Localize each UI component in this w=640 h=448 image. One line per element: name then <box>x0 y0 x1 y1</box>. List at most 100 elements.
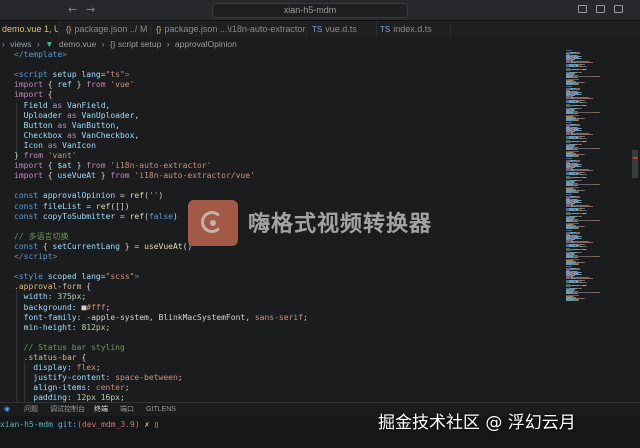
code-token: // 多语言切换 <box>14 231 69 241</box>
code-line[interactable]: import { useVueAt } from 'i18n-auto-extr… <box>14 171 255 181</box>
code-token: from <box>86 161 106 171</box>
minimap-mark <box>571 249 579 250</box>
code-token: setup lang <box>47 70 101 80</box>
chevron-right-icon: › <box>2 39 5 49</box>
code-line[interactable]: justify-content: space-between; <box>14 373 182 383</box>
terminal-git-label: git: <box>57 420 78 429</box>
code-line[interactable]: Field as VanField, <box>14 101 111 111</box>
tab-debug-console[interactable]: 调试控制台 <box>50 403 85 416</box>
code-line[interactable]: <style scoped lang="scss"> <box>14 272 139 282</box>
minimap-mark <box>581 72 582 73</box>
minimap-mark <box>566 257 573 258</box>
code-token: } = <box>119 241 145 251</box>
code-token: as <box>42 140 58 150</box>
minimap-mark <box>581 236 582 237</box>
minimap-mark <box>584 118 585 119</box>
code-token: ; <box>124 383 130 393</box>
code-token: as <box>52 120 67 130</box>
minimap-mark <box>577 113 578 114</box>
forward-arrow-icon[interactable]: → <box>86 3 95 16</box>
code-token: : <box>86 383 96 393</box>
code-line[interactable]: // 多语言切换 <box>14 232 68 242</box>
code-line[interactable]: import { ref } from 'vue' <box>14 80 134 90</box>
breadcrumb-item[interactable]: demo.vue <box>59 39 96 49</box>
code-line[interactable]: width: 375px; <box>14 292 87 302</box>
code-line[interactable]: // Status bar styling <box>14 343 125 353</box>
code-line[interactable]: const copyToSubmitter = ref(false) <box>14 212 178 222</box>
code-token: ([]) <box>110 201 130 211</box>
ts-icon: TS <box>312 25 323 34</box>
minimap-mark <box>571 266 572 267</box>
code-line[interactable]: Checkbox as VanCheckbox, <box>14 131 140 141</box>
code-line[interactable]: const fileList = ref([]) <box>14 202 130 212</box>
toggle-panel-icon[interactable] <box>596 5 605 13</box>
breadcrumb-item[interactable]: approvalOpinion <box>175 39 237 49</box>
minimap-mark <box>574 130 581 131</box>
tab-demo-vue[interactable]: demo.vue 1, U <box>0 21 59 37</box>
code-token: script <box>23 252 53 261</box>
tab-index-d-ts[interactable]: TS index.d.ts <box>374 21 451 37</box>
code-line[interactable]: Button as VanButton, <box>14 121 120 131</box>
minimap-mark <box>579 206 593 207</box>
minimap-mark <box>579 134 593 135</box>
code-line[interactable]: </template> <box>14 50 67 60</box>
code-token: flex <box>76 363 96 373</box>
minimap-mark <box>571 141 579 142</box>
code-line[interactable]: import { <box>14 90 53 100</box>
minimap-mark <box>577 221 578 222</box>
tab-package-json[interactable]: {} package.json ../ M <box>60 21 151 37</box>
code-line[interactable]: padding: 12px 16px; <box>14 393 125 402</box>
code-line[interactable]: Icon as VanIcon <box>14 141 96 151</box>
code-line[interactable]: } from 'vant' <box>14 151 77 161</box>
code-line[interactable]: min-height: 812px; <box>14 323 111 333</box>
code-line[interactable]: .approval-form { <box>14 282 91 292</box>
code-line[interactable]: const { setCurrentLang } = useVueAt() <box>14 242 192 252</box>
breadcrumb-item[interactable]: {} script setup <box>110 39 162 49</box>
minimap-mark <box>586 177 587 178</box>
tab-package-json-extractor[interactable]: {} package.json ...\i18n-auto-extractor <box>150 21 307 37</box>
tab-vue-d-ts[interactable]: TS vue.d.ts <box>306 21 377 37</box>
code-token: VanButton <box>66 120 116 130</box>
breadcrumb-item[interactable]: views <box>10 39 31 49</box>
command-center-search[interactable]: xian-h5-mdm <box>212 3 408 18</box>
tab-ports[interactable]: 端口 <box>120 403 134 416</box>
tab-label: demo.vue 1, U <box>2 24 59 34</box>
code-token: 'i18n-auto-extractor/vue' <box>129 171 255 181</box>
back-arrow-icon[interactable]: ← <box>68 3 77 16</box>
code-token: 'i18n-auto-extractor' <box>105 161 212 171</box>
video-converter-logo-icon <box>188 200 238 246</box>
minimap-mark <box>584 298 585 299</box>
code-line[interactable]: import { $at } from 'i18n-auto-extractor… <box>14 161 212 171</box>
toggle-secondary-sidebar-icon[interactable] <box>614 5 623 13</box>
tab-terminal[interactable]: 终端 <box>94 403 108 417</box>
minimap-mark <box>581 130 582 131</box>
toggle-sidebar-icon[interactable] <box>578 5 587 13</box>
code-line[interactable]: background: ■#fff; <box>14 302 111 313</box>
code-line[interactable]: font-family: -apple-system, BlinkMacSyst… <box>14 313 308 323</box>
scrollbar-thumb[interactable] <box>632 150 638 178</box>
code-token: Button <box>14 120 53 130</box>
code-line[interactable]: <script setup lang="ts"> <box>14 70 130 80</box>
code-line[interactable]: const approvalOpinion = ref('') <box>14 191 163 201</box>
minimap-mark <box>584 226 585 227</box>
code-token: VanUploader <box>76 110 135 120</box>
json-icon: {} <box>156 25 162 34</box>
tab-label: index.d.ts <box>393 24 432 34</box>
minimap-mark <box>578 84 579 85</box>
code-token: : <box>66 363 77 373</box>
code-token: > <box>124 70 130 80</box>
code-token: 12px 16px <box>76 393 120 402</box>
code-token: padding <box>14 393 67 402</box>
minimap[interactable] <box>566 50 630 301</box>
tab-problems[interactable]: 问题 <box>24 403 38 416</box>
code-token: $at <box>57 161 72 171</box>
code-token: = <box>115 211 130 221</box>
code-line[interactable]: align-items: center; <box>14 383 130 393</box>
code-line[interactable]: .status-bar { <box>14 353 87 363</box>
minimap-mark <box>599 112 600 113</box>
code-token: ; <box>105 302 111 312</box>
code-line[interactable]: </script> <box>14 252 57 262</box>
code-line[interactable]: Uploader as VanUploader, <box>14 110 140 121</box>
tab-gitlens[interactable]: GITLENS <box>146 403 176 416</box>
code-line[interactable]: display: flex; <box>14 363 100 373</box>
